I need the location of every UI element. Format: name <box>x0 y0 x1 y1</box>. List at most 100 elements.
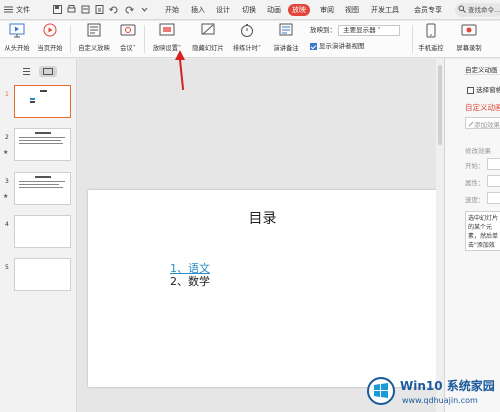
outline-view-icon[interactable] <box>22 67 31 76</box>
show-on-row: 放映到： 主要显示器 ˅ <box>310 24 401 36</box>
slide-thumbnail-4[interactable] <box>14 215 71 248</box>
stopwatch-icon <box>241 24 253 37</box>
pencil-icon <box>468 121 474 127</box>
select-pane-link[interactable]: 选择窗格 <box>467 84 500 94</box>
property-select[interactable] <box>487 175 500 187</box>
slide-number: 3 <box>5 178 9 185</box>
tab-insert[interactable]: 插入 <box>191 4 205 16</box>
watermark-url: www.qdhuajin.com <box>402 396 478 405</box>
command-search[interactable]: 查找命令... <box>455 3 500 17</box>
screen-record-icon <box>461 24 477 36</box>
tab-animation[interactable]: 动画 <box>267 4 281 16</box>
play-current-icon <box>43 23 57 37</box>
slide-number: 2 <box>5 134 9 141</box>
settings-screen-icon <box>159 23 175 36</box>
tab-slideshow[interactable]: 放映 <box>288 4 310 16</box>
speaker-notes-button[interactable]: 演讲备注 <box>268 23 304 55</box>
ribbon-divider <box>70 25 71 53</box>
hide-slide-label: 隐藏幻灯片 <box>192 45 224 52</box>
select-pane-icon <box>467 86 474 94</box>
vertical-scrollbar[interactable] <box>436 59 444 412</box>
tab-view[interactable]: 视图 <box>345 4 359 16</box>
redo-icon[interactable] <box>124 4 135 15</box>
hamburger-icon[interactable] <box>3 4 14 15</box>
add-effect-button[interactable]: 添加效果 <box>465 117 500 129</box>
tab-member[interactable]: 会员专享 <box>414 4 442 16</box>
watermark-brand: Win10 系统家园 <box>400 379 495 393</box>
meeting-button[interactable]: 会议˅ <box>116 23 140 55</box>
slide-view-toggle[interactable] <box>39 66 57 77</box>
search-icon <box>458 5 466 13</box>
chevron-down-icon[interactable] <box>139 4 150 15</box>
speed-label: 速度： <box>465 196 485 204</box>
slide-thumbnail-5[interactable] <box>14 258 71 291</box>
from-current-button[interactable]: 当页开始 <box>34 23 66 55</box>
slide-thumbnail-2[interactable] <box>14 128 71 161</box>
screen-record-label: 屏幕录制 <box>456 45 482 52</box>
speed-select[interactable] <box>487 192 500 204</box>
tab-start[interactable]: 开始 <box>165 4 179 16</box>
thumb-text <box>19 187 63 188</box>
custom-animation-panel: 自定义动画 选择窗格 自定义动画 添加效果 修改效果 开始： 属性： 速度： 选… <box>444 59 500 412</box>
start-select[interactable] <box>487 158 500 170</box>
ribbon-divider <box>144 25 145 53</box>
slide-thumbnail-1[interactable] <box>14 85 71 118</box>
thumb-text <box>30 101 35 103</box>
ribbon-toolbar: 从头开始 当页开始 自定义放映 会议˅ 放映设置˅ 隐藏幻灯片 排练计时˅ 演讲… <box>0 21 500 58</box>
phone-remote-button[interactable]: 手机遥控 <box>416 23 446 55</box>
screen-record-button[interactable]: 屏幕录制 <box>454 23 484 55</box>
thumb-text <box>19 137 65 138</box>
from-current-label: 当页开始 <box>37 45 63 52</box>
tab-design[interactable]: 设计 <box>216 4 230 16</box>
slide-thumbnail-panel: 1 2 ★ 3 ★ 4 5 <box>0 59 77 412</box>
file-menu[interactable]: 文件 <box>16 4 30 16</box>
watermark: Win10 系统家园 www.qdhuajin.com <box>366 372 500 412</box>
slide-number: 4 <box>5 221 9 228</box>
slide-thumbnail-3[interactable] <box>14 172 71 205</box>
toc-item-math[interactable]: 2、数学 <box>170 273 210 289</box>
tab-transition[interactable]: 切换 <box>242 4 256 16</box>
thumb-title <box>35 176 51 178</box>
save-icon[interactable] <box>52 4 63 15</box>
from-start-label: 从头开始 <box>4 45 30 52</box>
tab-review[interactable]: 审阅 <box>320 4 334 16</box>
presenter-view-row[interactable]: 显示演讲者视图 <box>310 40 365 52</box>
monitor-select[interactable]: 主要显示器 ˅ <box>338 24 401 36</box>
menu-bar: 文件 开始 插入 设计 切换 动画 放映 审阅 视图 开发工具 会员专享 查找命… <box>0 0 500 20</box>
thumb-text <box>19 181 65 182</box>
slide-title[interactable]: 目录 <box>88 208 437 228</box>
slide-number: 1 <box>5 91 9 98</box>
presenter-view-checkbox[interactable] <box>310 42 317 50</box>
phone-icon <box>426 23 436 38</box>
scrollbar-thumb[interactable] <box>438 65 442 145</box>
animation-star-icon: ★ <box>3 193 9 200</box>
thumb-text <box>30 98 35 100</box>
slide-view-icon <box>43 68 53 75</box>
from-start-button[interactable]: 从头开始 <box>2 23 32 55</box>
print-preview-icon[interactable] <box>80 4 91 15</box>
animation-list[interactable]: 选中幻灯片的某个元素，然后单击"添加效果" <box>465 211 500 251</box>
speaker-notes-icon <box>279 23 293 36</box>
rehearse-button[interactable]: 排练计时˅ <box>229 23 265 55</box>
thumb-title <box>40 90 47 92</box>
panel-title: 自定义动画 <box>465 66 498 74</box>
thumb-text <box>19 140 61 141</box>
rehearse-label: 排练计时˅ <box>232 45 262 52</box>
undo-icon[interactable] <box>108 4 119 15</box>
animation-star-icon: ★ <box>3 149 9 156</box>
custom-show-label: 自定义放映 <box>78 45 110 52</box>
current-slide[interactable]: 目录 1、语文 2、数学 <box>88 190 437 387</box>
panel-divider <box>464 74 500 75</box>
meeting-label: 会议˅ <box>120 45 136 52</box>
tab-developer[interactable]: 开发工具 <box>371 4 399 16</box>
start-label: 开始： <box>465 162 485 170</box>
search-placeholder: 查找命令... <box>468 6 500 14</box>
export-pdf-icon[interactable] <box>94 4 105 15</box>
print-icon[interactable] <box>66 4 77 15</box>
speaker-notes-label: 演讲备注 <box>273 45 299 52</box>
custom-show-button[interactable]: 自定义放映 <box>75 23 113 55</box>
thumb-text <box>19 184 59 185</box>
slide-number: 5 <box>5 264 9 271</box>
hide-slide-icon <box>201 23 215 35</box>
hide-slide-button[interactable]: 隐藏幻灯片 <box>190 23 226 55</box>
